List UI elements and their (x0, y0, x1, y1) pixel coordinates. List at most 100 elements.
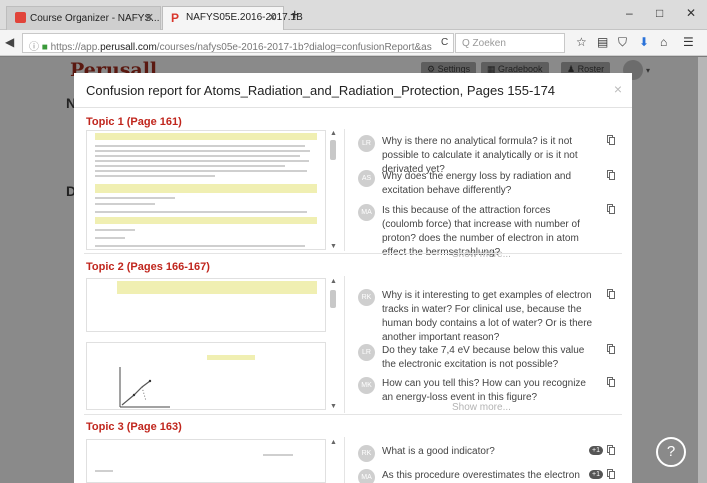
show-more-link[interactable]: Show more... (452, 249, 511, 260)
highlight (117, 281, 317, 294)
avatar: MA (358, 204, 375, 221)
close-icon[interactable]: × (614, 81, 622, 97)
perusall-p-icon: P (171, 11, 180, 25)
search-box[interactable]: Q Zoeken (455, 33, 565, 53)
tab-label: NAFYS05E.2016-2017.1B (186, 12, 303, 23)
comment-item[interactable]: MA Is this because of the attraction for… (352, 204, 617, 258)
confusion-report-modal: Confusion report for Atoms_Radiation_and… (74, 73, 632, 483)
upvote-badge[interactable]: +1 (589, 470, 603, 479)
close-window-button[interactable]: ✕ (686, 6, 696, 20)
new-tab-button[interactable]: + (290, 7, 299, 25)
close-tab-icon[interactable]: ✕ (268, 11, 277, 24)
comment-item[interactable]: RK What is a good indicator? +1 (352, 445, 617, 463)
address-bar[interactable]: ⓘ ■ https://app.perusall.com/courses/naf… (22, 33, 454, 53)
url-suffix: /courses/nafys05e-2016-2017-1b?dialog=co… (156, 42, 432, 53)
scroll-up-icon[interactable]: ▲ (330, 278, 337, 285)
modal-header: Confusion report for Atoms_Radiation_and… (74, 73, 632, 108)
copy-icon[interactable] (607, 135, 615, 145)
close-tab-icon[interactable]: ✕ (145, 11, 154, 24)
back-arrow-icon[interactable]: ◀ (5, 35, 14, 49)
comment-text: As this procedure overestimates the elec… (382, 470, 580, 481)
column-divider (344, 276, 345, 413)
url-domain: perusall.com (100, 42, 157, 53)
tab-nafys05e[interactable]: P NAFYS05E.2016-2017.1B ✕ (162, 6, 303, 30)
bookmark-star-icon[interactable]: ☆ (576, 35, 587, 49)
avatar: LR (358, 135, 375, 152)
help-button[interactable]: ? (656, 437, 686, 467)
tab-label: Course Organizer - NAFYS... (30, 13, 160, 24)
topic-2-title: Topic 2 (Pages 166-167) (86, 261, 210, 273)
scroll-up-icon[interactable]: ▲ (330, 130, 337, 137)
reload-icon[interactable]: C (441, 37, 448, 48)
scroll-down-icon[interactable]: ▼ (330, 403, 337, 410)
copy-icon[interactable] (607, 344, 615, 354)
modal-title: Confusion report for Atoms_Radiation_and… (86, 83, 556, 98)
copy-icon[interactable] (607, 377, 615, 387)
scroll-up-icon[interactable]: ▲ (330, 439, 337, 446)
upvote-badge[interactable]: +1 (589, 446, 603, 455)
perusall-favicon-icon (15, 12, 26, 23)
scroll-down-icon[interactable]: ▼ (330, 243, 337, 250)
document-scrollbar[interactable]: ▲ (328, 439, 338, 483)
url-prefix: https://app. (50, 42, 101, 53)
highlight (95, 184, 317, 193)
avatar: MK (358, 377, 375, 394)
copy-icon[interactable] (607, 469, 615, 479)
comment-text: Why does the energy loss by radiation an… (382, 171, 571, 196)
chevron-down-icon[interactable]: ▾ (646, 66, 650, 75)
topic-3-title: Topic 3 (Page 163) (86, 421, 182, 433)
avatar: RK (358, 289, 375, 306)
copy-icon[interactable] (607, 204, 615, 214)
copy-icon[interactable] (607, 289, 615, 299)
download-icon[interactable]: ⬇ (639, 35, 649, 49)
copy-icon[interactable] (607, 445, 615, 455)
browser-nav-bar: ◀ ⓘ ■ https://app.perusall.com/courses/n… (0, 30, 707, 56)
maximize-button[interactable]: □ (656, 6, 663, 20)
comment-item[interactable]: RK Why is it interesting to get examples… (352, 289, 617, 347)
column-divider (344, 437, 345, 483)
copy-icon[interactable] (607, 170, 615, 180)
highlight (95, 217, 317, 224)
comment-item[interactable]: MA As this procedure overestimates the e… (352, 469, 617, 483)
pocket-icon[interactable]: ⛉ (618, 35, 627, 50)
scroll-thumb[interactable] (330, 290, 336, 308)
avatar: RK (358, 445, 375, 462)
highlight (207, 355, 255, 360)
menu-icon[interactable]: ☰ (683, 35, 694, 49)
comment-item[interactable]: LR Why is there no analytical formula? i… (352, 135, 617, 175)
scroll-thumb[interactable] (330, 140, 336, 160)
document-page-thumbnail (86, 439, 326, 483)
browser-tab-bar: Course Organizer - NAFYS... ✕ P NAFYS05E.… (0, 0, 707, 30)
home-icon[interactable]: ⌂ (660, 35, 667, 49)
electron-track-figure (119, 367, 170, 408)
document-scrollbar[interactable]: ▲ ▼ (328, 278, 338, 410)
tab-course-organizer[interactable]: Course Organizer - NAFYS... ✕ (6, 6, 161, 30)
info-icon: ⓘ (29, 42, 39, 53)
document-page-thumbnail (86, 130, 326, 250)
reader-list-icon[interactable]: ▤ (597, 35, 608, 49)
minimize-button[interactable]: – (626, 6, 633, 20)
topic-1-title: Topic 1 (Page 161) (86, 116, 182, 128)
comment-item[interactable]: LR Do they take 7,4 eV because below thi… (352, 344, 617, 374)
avatar: MA (358, 469, 375, 483)
comment-text: Do they take 7,4 eV because below this v… (382, 345, 585, 370)
highlight (95, 133, 317, 140)
lock-icon: ■ (41, 42, 48, 53)
topic-2-document-excerpt: ▲ ▼ (86, 278, 338, 410)
comment-text: How can you tell this? How can you recog… (382, 378, 586, 403)
document-page-thumbnail (86, 278, 326, 332)
topic-3-document-excerpt: ▲ (86, 439, 338, 483)
page-scrollbar[interactable] (698, 57, 707, 483)
document-scrollbar[interactable]: ▲ ▼ (328, 130, 338, 250)
document-figure-thumbnail (86, 342, 326, 410)
show-more-link[interactable]: Show more... (452, 402, 511, 413)
comment-item[interactable]: AS Why does the energy loss by radiation… (352, 170, 617, 200)
column-divider (344, 129, 345, 251)
topic-separator (84, 414, 622, 415)
comment-text: What is a good indicator? (382, 446, 495, 457)
avatar: LR (358, 344, 375, 361)
topic-separator (84, 253, 622, 254)
avatar: AS (358, 170, 375, 187)
topic-1-document-excerpt: ▲ ▼ (86, 130, 338, 250)
comment-text: Why is it interesting to get examples of… (382, 290, 593, 343)
